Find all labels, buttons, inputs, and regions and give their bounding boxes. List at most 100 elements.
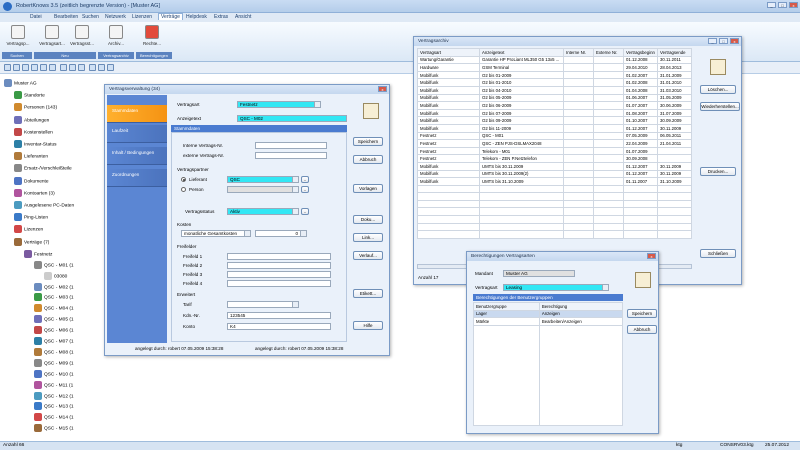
- tree-item[interactable]: QSC - M08 (1: [34, 347, 74, 356]
- konto-input[interactable]: K4: [227, 323, 331, 330]
- maximize-icon[interactable]: □: [778, 2, 787, 8]
- menu-suchen[interactable]: Suchen: [82, 14, 99, 20]
- tree-item[interactable]: QSC - M15 (1: [34, 424, 74, 433]
- toolbar-icon-5[interactable]: [40, 64, 47, 71]
- tab-stammdaten[interactable]: Stammdaten: [107, 105, 167, 123]
- toolbar-icon-6[interactable]: [49, 64, 56, 71]
- column-header[interactable]: Vertragsart: [417, 48, 480, 57]
- status-lookup-button[interactable]: ..: [301, 208, 309, 215]
- menu-helpdesk[interactable]: Helpdesk: [186, 14, 207, 20]
- verlauf-button[interactable]: Verlauf...: [353, 251, 383, 260]
- speichern-button[interactable]: Speichern: [353, 137, 383, 146]
- externe-nr-input[interactable]: [255, 152, 327, 159]
- tree-item[interactable]: Festnetz: [24, 249, 52, 258]
- mandant-input[interactable]: Muster AG: [503, 270, 575, 277]
- menu-vertraege[interactable]: Verträge: [158, 13, 183, 20]
- doku-button[interactable]: Doku...: [353, 215, 383, 224]
- menu-extras[interactable]: Extras: [214, 14, 228, 20]
- table-row[interactable]: Mobilfunk O2 bis 11-2009 01.12.2007 30.11.2…: [417, 123, 692, 133]
- toolbar-icon-1[interactable]: [4, 64, 11, 71]
- table-row[interactable]: Märkte Bearbeiten/Anzeigen: [473, 317, 624, 326]
- column-header[interactable]: Vertragsbeginn: [623, 48, 658, 57]
- toolbar-icon-11[interactable]: [98, 64, 105, 71]
- freifeld-4-input[interactable]: [227, 280, 331, 287]
- tree-item[interactable]: QSC - M04 (1: [34, 304, 74, 313]
- menu-netzwerk[interactable]: Netzwerk: [105, 14, 126, 20]
- tree-item[interactable]: QSC - M02 (1: [34, 282, 74, 291]
- column-header[interactable]: Berechtigung: [538, 302, 624, 311]
- archive-edit-icon[interactable]: [710, 59, 726, 75]
- tree-item[interactable]: QSC - M09 (1: [34, 358, 74, 367]
- person-lookup-button[interactable]: ..: [301, 186, 309, 193]
- menu-bearbeiten[interactable]: Bearbeiten: [54, 14, 78, 20]
- berecht-abbruch-button[interactable]: Abbruch: [627, 325, 657, 334]
- drucken-button[interactable]: Drucken...: [700, 167, 736, 176]
- table-row[interactable]: Mobilfunk O2 bis 07-2009 01.08.2007 31.07.2…: [417, 108, 692, 118]
- vorlagen-button[interactable]: Vorlagen: [353, 184, 383, 193]
- ribbon-archiv-button[interactable]: Archiv...: [102, 25, 130, 46]
- tree-item[interactable]: Abteilungen: [14, 115, 49, 124]
- minimize-icon[interactable]: _: [767, 2, 776, 8]
- tree-item[interactable]: 03080: [44, 271, 67, 280]
- ribbon-rechte-button[interactable]: Rechte...: [138, 25, 166, 46]
- kosten-value-input[interactable]: 0: [255, 230, 307, 237]
- link-button[interactable]: Link...: [353, 233, 383, 242]
- toolbar-icon-2[interactable]: [13, 64, 20, 71]
- ribbon-vertragsstatus-button[interactable]: Vertragsst...: [68, 25, 96, 46]
- person-select[interactable]: [227, 186, 299, 193]
- berecht-table[interactable]: Benutzergruppe Berechtigung Lager Anzeigen M…: [473, 302, 624, 427]
- tab-laufzeit[interactable]: Laufzeit: [107, 125, 167, 143]
- archiv-minimize-icon[interactable]: _: [708, 38, 717, 44]
- tree-item[interactable]: Lizenzen: [14, 225, 43, 234]
- anzeigetext-input[interactable]: QSC - M02: [237, 115, 347, 122]
- toolbar-icon-7[interactable]: [60, 64, 67, 71]
- tree-item[interactable]: Inventar-Status: [14, 140, 57, 148]
- wiederherstellen-button[interactable]: Wiederherstellen...: [700, 102, 740, 111]
- tree-item[interactable]: QSC - M05 (1: [34, 315, 74, 324]
- lieferant-select[interactable]: QSC: [227, 176, 299, 183]
- freifeld-2-input[interactable]: [227, 262, 331, 269]
- tree-item[interactable]: Standorte: [14, 91, 45, 100]
- tree-item[interactable]: QSC - M06 (1: [34, 326, 74, 335]
- column-header[interactable]: Interne Nr.: [563, 48, 594, 57]
- abbruch-button[interactable]: Abbruch: [353, 155, 383, 164]
- toolbar-icon-12[interactable]: [107, 64, 114, 71]
- kdnr-input[interactable]: 123545: [227, 312, 331, 319]
- table-row[interactable]: Hardware GSM Terminal 29.04.2010 28.04.2013: [417, 63, 692, 72]
- lieferant-lookup-button[interactable]: ..: [301, 176, 309, 183]
- berecht-close-icon[interactable]: x: [647, 253, 656, 259]
- hilfe-button[interactable]: Hilfe: [353, 321, 383, 330]
- vertragsart-select[interactable]: Festnetz: [237, 101, 321, 108]
- table-row[interactable]: Mobilfunk O2 bis 09-2009 01.10.2007 30.09.2…: [417, 116, 692, 125]
- archiv-maximize-icon[interactable]: □: [719, 38, 728, 44]
- loeschen-button[interactable]: Löschen...: [700, 85, 736, 94]
- table-row[interactable]: Festnetz QSC - ZEN PJS-DSLMAX2048 22.04.20…: [417, 139, 692, 148]
- table-row[interactable]: Wartung/Garantie Garantie HP ProLiant ML3…: [417, 55, 692, 65]
- freifeld-3-input[interactable]: [227, 271, 331, 278]
- tree-item[interactable]: Lieferanten: [14, 152, 48, 161]
- table-row[interactable]: Lager Anzeigen: [473, 309, 624, 319]
- ribbon-vertragsart-button[interactable]: Vertragsart...: [38, 25, 66, 46]
- column-header[interactable]: Benutzergruppe: [473, 302, 540, 311]
- tree-item[interactable]: QSC - M13 (1: [34, 402, 74, 411]
- table-row[interactable]: Mobilfunk O2 bis 01-2009 01.02.2007 31.01.2…: [417, 70, 692, 80]
- table-row[interactable]: Mobilfunk O2 bis 05-2009 01.06.2007 31.05.2…: [417, 93, 692, 103]
- person-radio[interactable]: [181, 187, 186, 192]
- vv-close-icon[interactable]: x: [378, 86, 387, 92]
- etikett-button[interactable]: Etikett...: [353, 289, 383, 298]
- table-row[interactable]: Mobilfunk O2 bis 06-2009 01.07.2007 30.06.2…: [417, 101, 692, 110]
- menu-lizenzen[interactable]: Lizenzen: [132, 14, 152, 20]
- tree-item[interactable]: QSC - M03 (1: [34, 293, 74, 302]
- vertragsstatus-select[interactable]: Aktiv: [227, 208, 299, 215]
- tarif-select[interactable]: [227, 301, 299, 308]
- tree-item[interactable]: Dokumente: [14, 176, 49, 185]
- table-row[interactable]: Festnetz Telekom - ZEN P.Netztelefon 30.09…: [417, 154, 692, 163]
- table-row[interactable]: Mobilfunk O2 bis 01-2010 01.02.2008 31.01.2…: [417, 78, 692, 87]
- column-header[interactable]: Anzeigetext: [479, 48, 564, 57]
- tree-item[interactable]: Personen (143): [14, 103, 57, 112]
- tree-item[interactable]: Kontoarten (3): [14, 188, 55, 197]
- menu-ansicht[interactable]: Ansicht: [235, 14, 251, 20]
- permissions-edit-icon[interactable]: [635, 272, 651, 288]
- berecht-vertragsart-select[interactable]: Leasing: [503, 284, 609, 291]
- table-row[interactable]: Mobilfunk UMTS bis 30.11.2009(2) 01.12.200…: [417, 169, 692, 179]
